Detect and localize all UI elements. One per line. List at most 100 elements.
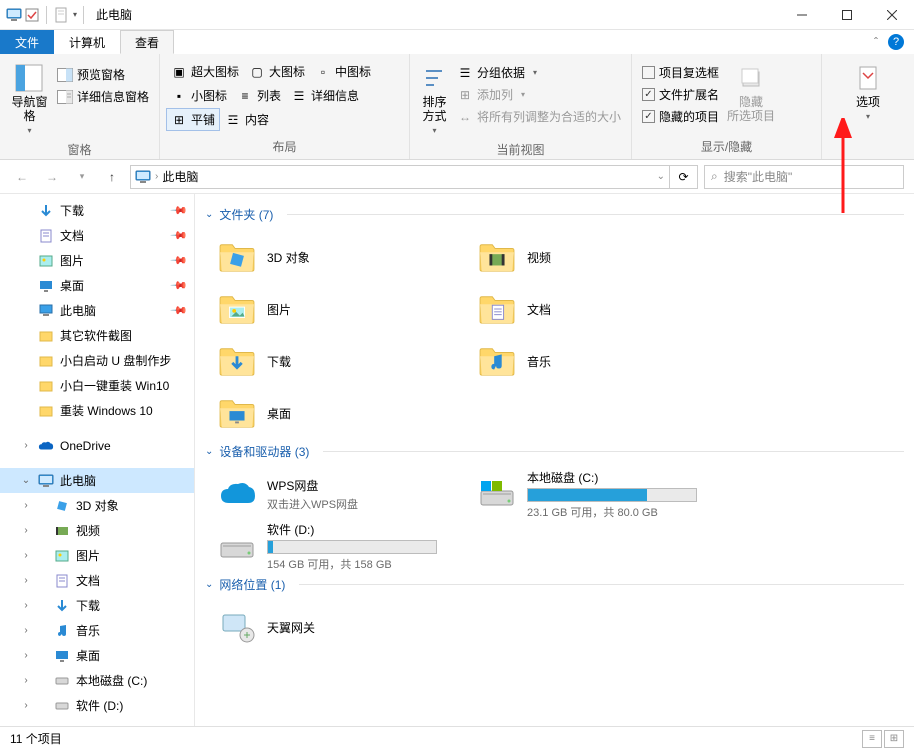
folder-item[interactable]: 音乐 (473, 335, 713, 387)
hide-selected-button[interactable]: 隐藏所选项目 (723, 58, 779, 128)
view-medium[interactable]: ▫中图标 (310, 60, 376, 83)
view-details-toggle[interactable]: ≡ (862, 730, 882, 748)
content-pane[interactable]: ⌄ 文件夹 (7) 3D 对象 视频 图片 文档 下载 音乐 桌面 ⌄ (195, 194, 914, 726)
minimize-button[interactable] (779, 0, 824, 30)
qat-dropdown-icon[interactable]: ▾ (73, 10, 77, 19)
view-details[interactable]: ☰详细信息 (286, 84, 364, 107)
drive-item[interactable]: 软件 (D:) 154 GB 可用，共 158 GB (213, 520, 453, 572)
address-bar-row: ← → ▾ ↑ › 此电脑 ⌄ ⟳ ⌕ 搜索"此电脑" (0, 160, 914, 194)
sidebar-item[interactable]: › 3D 对象 (0, 493, 194, 518)
collapse-ribbon-icon[interactable]: ˆ (874, 35, 878, 49)
sidebar-item-icon (54, 598, 70, 614)
pin-icon: 📌 (170, 251, 189, 270)
expand-icon[interactable]: › (20, 575, 32, 586)
network-item[interactable]: 天翼网关 (213, 601, 453, 653)
sidebar-item[interactable]: 小白一键重装 Win10 (0, 373, 194, 398)
sidebar-onedrive[interactable]: › OneDrive (0, 433, 194, 458)
extensions-toggle[interactable]: ✓文件扩展名 (638, 84, 723, 105)
view-list[interactable]: ≡列表 (232, 84, 286, 107)
address-dropdown-icon[interactable]: ⌄ (657, 171, 665, 182)
sidebar-item[interactable]: 下载 📌 (0, 198, 194, 223)
view-content[interactable]: ☲内容 (220, 108, 274, 131)
qat-checkbox-icon[interactable] (24, 7, 40, 23)
sidebar-item[interactable]: › 本地磁盘 (C:) (0, 668, 194, 693)
options-button[interactable]: 选项 ▾ (840, 58, 896, 125)
tab-file[interactable]: 文件 (0, 30, 54, 54)
back-button[interactable]: ← (10, 165, 34, 189)
folder-item[interactable]: 文档 (473, 283, 713, 335)
view-xlarge[interactable]: ▣超大图标 (166, 60, 244, 83)
sidebar-thispc[interactable]: ⌄ 此电脑 (0, 468, 194, 493)
expand-icon[interactable]: › (20, 625, 32, 636)
expand-icon[interactable]: › (20, 675, 32, 686)
search-box[interactable]: ⌕ 搜索"此电脑" (704, 165, 904, 189)
folder-item[interactable]: 桌面 (213, 387, 453, 439)
refresh-button[interactable]: ⟳ (670, 165, 698, 189)
breadcrumb-separator-icon[interactable]: › (155, 171, 158, 182)
expand-icon[interactable]: › (20, 440, 32, 451)
view-large[interactable]: ▢大图标 (244, 60, 310, 83)
expand-icon[interactable]: › (20, 550, 32, 561)
address-bar[interactable]: › 此电脑 ⌄ (130, 165, 670, 189)
group-folders[interactable]: ⌄ 文件夹 (7) (205, 206, 904, 223)
group-by-button[interactable]: ☰分组依据▾ (453, 62, 625, 83)
qat-properties-icon[interactable] (53, 7, 69, 23)
forward-button[interactable]: → (40, 165, 64, 189)
add-columns-button[interactable]: ⊞添加列▾ (453, 84, 625, 105)
sidebar-item[interactable]: 重装 Windows 10 (0, 398, 194, 423)
group-network[interactable]: ⌄ 网络位置 (1) (205, 576, 904, 593)
sidebar-item[interactable]: › 桌面 (0, 643, 194, 668)
sidebar-item[interactable]: 图片 📌 (0, 248, 194, 273)
sidebar-item-label: 音乐 (76, 622, 100, 639)
folder-item[interactable]: 图片 (213, 283, 453, 335)
group-drives[interactable]: ⌄ 设备和驱动器 (3) (205, 443, 904, 460)
sidebar-item[interactable]: 其它软件截图 (0, 323, 194, 348)
nav-pane-button[interactable]: 导航窗格 ▾ (6, 58, 53, 139)
breadcrumb-location[interactable]: 此电脑 (162, 168, 198, 185)
drive-item[interactable]: 本地磁盘 (C:) 23.1 GB 可用，共 80.0 GB (473, 468, 713, 520)
expand-icon[interactable]: › (20, 500, 32, 511)
sidebar[interactable]: 下载 📌 文档 📌 图片 📌 桌面 📌 此电脑 📌 其它软件截图 小白启动 U … (0, 194, 195, 726)
drive-item[interactable]: WPS网盘双击进入WPS网盘 (213, 468, 453, 520)
folder-item[interactable]: 3D 对象 (213, 231, 453, 283)
sidebar-item[interactable]: › 下载 (0, 593, 194, 618)
checkbox-items-toggle[interactable]: 项目复选框 (638, 62, 723, 83)
expand-icon[interactable]: › (20, 525, 32, 536)
pin-icon: 📌 (170, 226, 189, 245)
sidebar-item[interactable]: › 图片 (0, 543, 194, 568)
fit-columns-button[interactable]: ↔将所有列调整为合适的大小 (453, 106, 625, 127)
sidebar-item[interactable]: › 软件 (D:) (0, 693, 194, 718)
sidebar-item[interactable]: 小白启动 U 盘制作步 (0, 348, 194, 373)
sidebar-item-icon (38, 378, 54, 394)
sidebar-item[interactable]: 桌面 📌 (0, 273, 194, 298)
sidebar-item[interactable]: 文档 📌 (0, 223, 194, 248)
up-button[interactable]: ↑ (100, 165, 124, 189)
collapse-icon[interactable]: ⌄ (20, 475, 32, 486)
details-pane-button[interactable]: 详细信息窗格 (53, 86, 153, 107)
close-button[interactable] (869, 0, 914, 30)
sort-button[interactable]: 排序方式 ▾ (416, 58, 453, 139)
sidebar-item[interactable]: › 音乐 (0, 618, 194, 643)
view-thumbnails-toggle[interactable]: ⊞ (884, 730, 904, 748)
view-tiles[interactable]: ⊞平铺 (166, 108, 220, 131)
help-icon[interactable]: ? (888, 34, 904, 50)
expand-icon[interactable]: › (20, 700, 32, 711)
folder-item[interactable]: 视频 (473, 231, 713, 283)
sidebar-item[interactable]: › 文档 (0, 568, 194, 593)
preview-pane-button[interactable]: 预览窗格 (53, 64, 153, 85)
folder-icon (477, 341, 517, 381)
maximize-button[interactable] (824, 0, 869, 30)
hidden-items-toggle[interactable]: ✓隐藏的项目 (638, 106, 723, 127)
tab-computer[interactable]: 计算机 (54, 30, 120, 54)
item-sub: 154 GB 可用，共 158 GB (267, 556, 437, 572)
folder-icon (217, 393, 257, 433)
expand-icon[interactable]: › (20, 600, 32, 611)
tab-view[interactable]: 查看 (120, 30, 174, 54)
expand-icon[interactable]: › (20, 650, 32, 661)
sidebar-item[interactable]: 此电脑 📌 (0, 298, 194, 323)
folder-item[interactable]: 下载 (213, 335, 453, 387)
view-small[interactable]: ▪小图标 (166, 84, 232, 107)
sidebar-item[interactable]: › 视频 (0, 518, 194, 543)
item-label: 桌面 (267, 405, 291, 422)
recent-dropdown[interactable]: ▾ (70, 165, 94, 189)
